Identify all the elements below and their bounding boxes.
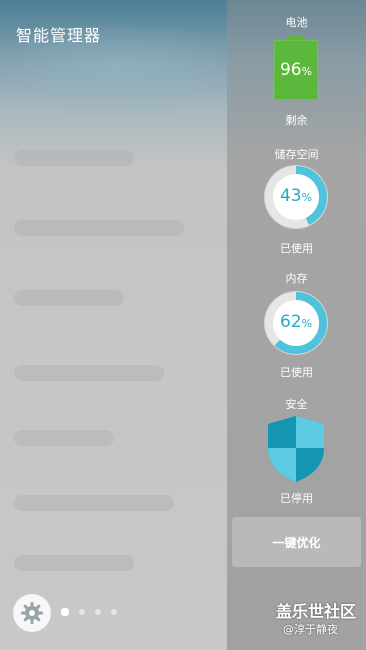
security-widget[interactable] [265,414,327,484]
page-dot-3[interactable] [95,609,101,615]
storage-label: 储存空间 [274,148,319,161]
battery-widget[interactable]: 96% [274,36,318,100]
watermark-author: @淳于静夜 [283,623,338,636]
gear-icon [21,602,43,624]
watermark-title: 盖乐世社区 [276,602,357,621]
storage-ring[interactable]: 43% [263,164,329,230]
security-label: 安全 [285,398,308,411]
battery-status: 剩余 [285,114,308,127]
battery-label: 电池 [285,16,308,29]
shield-icon [268,416,324,482]
battery-value: 96% [279,60,313,80]
app-title: 智能管理器 [16,26,102,45]
page-dot-4[interactable] [111,609,117,615]
optimize-button[interactable]: 一键优化 [232,517,361,567]
memory-percent: 62% [279,312,313,332]
storage-percent: 43% [279,186,313,206]
memory-ring[interactable]: 62% [263,290,329,356]
memory-label: 内存 [285,272,308,285]
security-status: 已停用 [280,492,313,505]
settings-button[interactable] [13,594,51,632]
storage-status: 已使用 [280,242,313,255]
smart-manager-panel: 电池 96% 剩余 储存空间 43% 已使用 内存 62% 已使用 安全 已停用… [227,0,366,650]
page-dot-1[interactable] [61,608,69,616]
page-dot-2[interactable] [79,609,85,615]
memory-status: 已使用 [280,366,313,379]
